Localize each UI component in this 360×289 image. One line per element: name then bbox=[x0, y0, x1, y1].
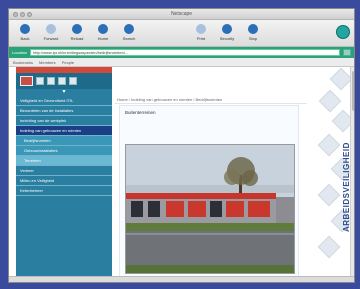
toolbar: Back Forward Reload Home Search Print Se… bbox=[9, 20, 354, 47]
left-navigation: ▾ Veiligheid en Gezondheid ITIL Beoordel… bbox=[16, 67, 112, 282]
throbber-icon bbox=[336, 25, 350, 39]
page-content: ▾ Veiligheid en Gezondheid ITIL Beoordel… bbox=[9, 67, 354, 282]
forward-label: Forward bbox=[43, 36, 59, 41]
nav-item[interactable]: Ketenbeheer bbox=[16, 186, 112, 196]
nav-item[interactable]: Inrichting van de werkplek bbox=[16, 116, 112, 126]
back-button[interactable]: Back bbox=[13, 22, 37, 41]
stop-icon bbox=[248, 24, 258, 34]
print-label: Print bbox=[196, 36, 206, 41]
nav-item[interactable]: Milieu en Veiligheid bbox=[16, 176, 112, 186]
security-button[interactable]: Security bbox=[215, 22, 239, 41]
nav-search-icon[interactable] bbox=[47, 77, 55, 85]
go-button[interactable] bbox=[343, 49, 351, 56]
reload-button[interactable]: Reload bbox=[65, 22, 89, 41]
search-button[interactable]: Search bbox=[117, 22, 141, 41]
browser-window: Netscape Back Forward Reload Home Search… bbox=[8, 8, 355, 283]
scrollbar-thumb[interactable] bbox=[352, 71, 354, 111]
reload-label: Reload bbox=[70, 36, 84, 41]
building-photo-image bbox=[126, 145, 294, 273]
diamond-shape bbox=[317, 183, 341, 207]
back-label: Back bbox=[20, 36, 30, 41]
address-bar: Location http://www.ipr.nl/inrichtingsas… bbox=[9, 47, 354, 58]
stop-button[interactable]: Stop bbox=[241, 22, 265, 41]
back-arrow-icon bbox=[20, 24, 30, 34]
diamond-shape bbox=[317, 133, 341, 157]
members-link[interactable]: Members bbox=[39, 60, 56, 65]
bookmarks-button[interactable]: Bookmarks bbox=[13, 60, 33, 65]
print-button[interactable]: Print bbox=[189, 22, 213, 41]
reload-icon bbox=[72, 24, 82, 34]
status-bar bbox=[9, 276, 354, 282]
nav-item[interactable]: Veiligheid en Gezondheid ITIL bbox=[16, 96, 112, 106]
chevron-down-icon[interactable]: ▾ bbox=[16, 89, 112, 96]
content-panel: Buitenterreinen bbox=[119, 105, 299, 280]
window-title: Netscape bbox=[170, 11, 193, 17]
forward-arrow-icon bbox=[46, 24, 56, 34]
diamond-shape bbox=[329, 67, 353, 91]
nav-print-icon[interactable] bbox=[58, 77, 66, 85]
nav-help-icon[interactable] bbox=[69, 77, 77, 85]
search-label: Search bbox=[122, 36, 136, 41]
stop-label: Stop bbox=[248, 36, 258, 41]
diamond-shape bbox=[317, 235, 341, 259]
personal-toolbar: Bookmarks Members People bbox=[9, 58, 354, 67]
diamond-shape bbox=[318, 89, 342, 113]
print-icon bbox=[196, 24, 206, 34]
search-icon bbox=[124, 24, 134, 34]
home-label: Home bbox=[97, 36, 109, 41]
title-bar: Netscape bbox=[9, 9, 354, 20]
nav-item-active[interactable]: Indeling van gebouwen en ruimten bbox=[16, 126, 112, 136]
home-icon bbox=[98, 24, 108, 34]
nav-subitem[interactable]: Bedrijfsruimten bbox=[16, 136, 112, 146]
section-title: Buitenterreinen bbox=[125, 110, 156, 115]
nav-item[interactable]: Beoordelen van de installaties bbox=[16, 106, 112, 116]
site-logo[interactable] bbox=[20, 76, 33, 86]
home-button[interactable]: Home bbox=[91, 22, 115, 41]
security-label: Security bbox=[219, 36, 235, 41]
nav-header bbox=[16, 73, 112, 89]
location-label: Location bbox=[12, 50, 28, 55]
nav-subitem[interactable]: Terreinen bbox=[16, 156, 112, 166]
url-field[interactable]: http://www.ipr.nl/inrichtingsaspecten/be… bbox=[30, 49, 340, 56]
nav-item[interactable]: Verkeer bbox=[16, 166, 112, 176]
people-link[interactable]: People bbox=[62, 60, 74, 65]
building-photo bbox=[125, 144, 295, 274]
vertical-scrollbar[interactable] bbox=[350, 67, 354, 282]
nav-subitem[interactable]: Gebouwinstallaties bbox=[16, 146, 112, 156]
breadcrumb[interactable]: Home / Indeling van gebouwen en ruimten … bbox=[115, 95, 327, 104]
forward-button[interactable]: Forward bbox=[39, 22, 63, 41]
nav-home-icon[interactable] bbox=[36, 77, 44, 85]
lock-icon bbox=[222, 24, 232, 34]
